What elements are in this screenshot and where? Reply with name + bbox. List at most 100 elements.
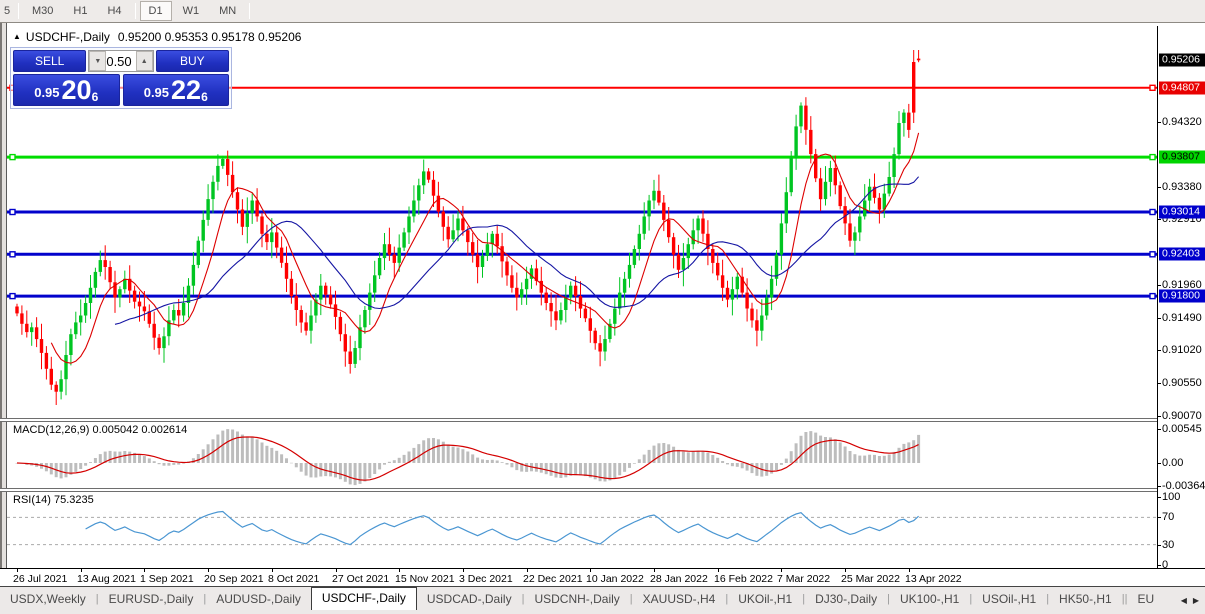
price-axis-label: 0.90070 [1162, 410, 1202, 422]
date-tick [590, 569, 591, 572]
lot-decrease-button[interactable]: ▼ [89, 51, 107, 71]
hline-price-badge: 0.94807 [1159, 81, 1205, 95]
chart-tab-hk50[interactable]: HK50-,H1 [1049, 589, 1122, 610]
toolbar-separator [134, 3, 136, 19]
timeframe-button-mn[interactable]: MN [210, 1, 245, 21]
sell-price-pip: 6 [91, 90, 99, 104]
sell-price-prefix: 0.95 [34, 85, 60, 100]
chart-tab-eurusd[interactable]: EURUSD-,Daily [99, 589, 204, 610]
date-axis-label: 26 Jul 2021 [13, 573, 68, 585]
date-tick [208, 569, 209, 572]
axis-tick [1158, 383, 1161, 384]
sell-price-button[interactable]: 0.95 20 6 [13, 74, 120, 106]
timeframe-button-d1[interactable]: D1 [139, 1, 172, 21]
date-tick [718, 569, 719, 572]
buy-price-big-digits: 22 [171, 75, 202, 105]
axis-tick [1158, 219, 1161, 220]
hline-price-badge: 0.93807 [1159, 150, 1205, 164]
price-axis-label: 0.91020 [1162, 344, 1202, 356]
date-axis-label: 27 Oct 2021 [332, 573, 390, 585]
rsi-axis-label: 30 [1162, 539, 1175, 551]
chart-window: MACD(12,26,9) 0.005042 0.002614 RSI(14) … [0, 23, 1205, 614]
hline-price-badge: 0.91800 [1159, 289, 1205, 303]
timeframe-button-partial[interactable]: 5 [1, 1, 14, 21]
timeframe-button-h4[interactable]: H4 [98, 1, 130, 21]
scroll-right-icon[interactable]: ▶ [1193, 596, 1199, 605]
axis-tick [1158, 122, 1161, 123]
date-tick [81, 569, 82, 572]
sell-price-big-digits: 20 [61, 75, 92, 105]
price-axis[interactable]: 0.94320 0.93380 0.92910 0.91960 0.91490 … [1157, 26, 1205, 571]
toolbar-separator [249, 3, 251, 19]
buy-price-prefix: 0.95 [143, 85, 170, 100]
date-axis-label: 7 Mar 2022 [777, 573, 831, 585]
scroll-left-icon[interactable]: ◀ [1181, 596, 1187, 605]
price-axis-label: 0.90550 [1162, 377, 1202, 389]
chart-tab-audusd[interactable]: AUDUSD-,Daily [206, 589, 311, 610]
date-tick [463, 569, 464, 572]
date-axis-label: 1 Sep 2021 [140, 573, 194, 585]
rsi-panel[interactable]: RSI(14) 75.3235 [7, 492, 1157, 568]
axis-tick [1158, 285, 1161, 286]
date-axis-label: 20 Sep 2021 [204, 573, 264, 585]
date-axis[interactable]: 26 Jul 2021 13 Aug 2021 1 Sep 2021 20 Se… [0, 568, 1205, 586]
chart-tab-usdcad[interactable]: USDCAD-,Daily [417, 589, 522, 610]
one-click-trade-panel: SELL ▼ 0.50 ▲ BUY 0.95 20 6 0.95 22 6 [10, 47, 232, 109]
rsi-axis-label: 70 [1162, 511, 1175, 523]
macd-axis-label: 0.00 [1162, 457, 1184, 469]
date-tick [527, 569, 528, 572]
collapse-triangle-icon[interactable]: ▲ [13, 32, 21, 41]
timeframe-button-w1[interactable]: W1 [174, 1, 209, 21]
rsi-axis-label: 100 [1162, 491, 1181, 503]
buy-price-pip: 6 [201, 90, 208, 104]
chart-tab-xauusd[interactable]: XAUUSD-,H4 [633, 589, 726, 610]
trading-app: 5 M30 H1 H4 D1 W1 MN MACD(12,26,9) 0.005042 0.… [0, 0, 1205, 614]
chart-tab-partial[interactable]: EU [1127, 589, 1164, 610]
price-axis-label: 0.91490 [1162, 312, 1202, 324]
date-axis-label: 8 Oct 2021 [268, 573, 320, 585]
sell-button[interactable]: SELL [13, 50, 87, 72]
lot-size-input[interactable]: 0.50 [106, 51, 135, 71]
chart-tab-ukoil[interactable]: UKOil-,H1 [728, 589, 802, 610]
axis-tick [1158, 318, 1161, 319]
date-axis-label: 13 Aug 2021 [77, 573, 136, 585]
bottom-strip [0, 610, 1205, 614]
date-tick [17, 569, 18, 572]
buy-price-button[interactable]: 0.95 22 6 [122, 74, 229, 106]
lot-size-control: ▼ 0.50 ▲ [88, 50, 154, 72]
chart-tab-bar: USDX,Weekly | EURUSD-,Daily | AUDUSD-,Daily U… [0, 586, 1205, 610]
chart-tab-dj30[interactable]: DJ30-,Daily [805, 589, 887, 610]
chart-tab-usdchf[interactable]: USDCHF-,Daily [310, 587, 417, 610]
date-tick [654, 569, 655, 572]
current-price-badge: 0.95206 [1159, 53, 1205, 67]
timeframe-button-m30[interactable]: M30 [23, 1, 62, 21]
axis-tick [1158, 187, 1161, 188]
axis-tick [1158, 416, 1161, 417]
macd-axis-label: 0.00545 [1162, 423, 1202, 435]
axis-tick [1158, 497, 1161, 498]
toolbar-separator [18, 3, 19, 19]
axis-tick [1158, 350, 1161, 351]
buy-button[interactable]: BUY [155, 50, 229, 72]
axis-tick [1158, 545, 1161, 546]
date-axis-label: 15 Nov 2021 [395, 573, 455, 585]
axis-tick [1158, 517, 1161, 518]
rsi-label: RSI(14) 75.3235 [13, 494, 94, 506]
chart-tab-usdx[interactable]: USDX,Weekly [0, 589, 96, 610]
axis-tick [1158, 429, 1161, 430]
date-tick [845, 569, 846, 572]
ohlc-values: 0.95200 0.95353 0.95178 0.95206 [117, 30, 302, 44]
chart-tab-usdcnh[interactable]: USDCNH-,Daily [524, 589, 629, 610]
timeframe-toolbar: 5 M30 H1 H4 D1 W1 MN [0, 0, 1205, 23]
rsi-axis-label: 0 [1162, 559, 1169, 571]
date-tick [399, 569, 400, 572]
macd-panel[interactable]: MACD(12,26,9) 0.005042 0.002614 [7, 422, 1157, 488]
date-axis-label: 16 Feb 2022 [714, 573, 773, 585]
timeframe-button-h1[interactable]: H1 [64, 1, 96, 21]
date-tick [272, 569, 273, 572]
date-axis-label: 22 Dec 2021 [523, 573, 583, 585]
lot-increase-button[interactable]: ▲ [135, 51, 153, 71]
chart-tab-usoil[interactable]: USOil-,H1 [972, 589, 1046, 610]
date-axis-label: 13 Apr 2022 [905, 573, 962, 585]
chart-tab-uk100[interactable]: UK100-,H1 [890, 589, 969, 610]
